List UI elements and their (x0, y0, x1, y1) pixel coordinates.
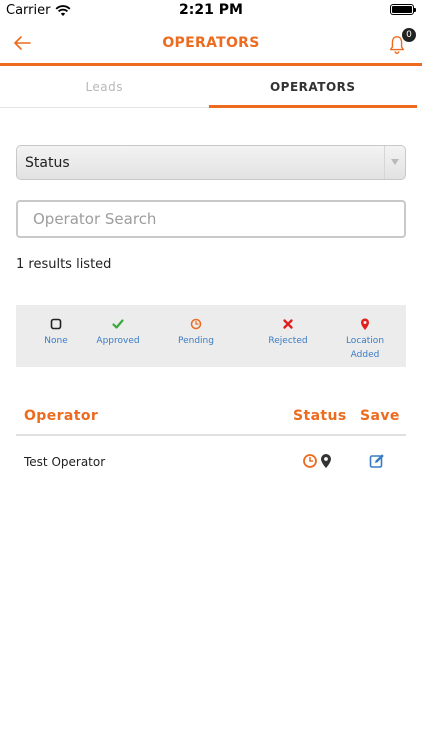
status-legend: None Approved Pending Rejected Location … (16, 305, 406, 367)
operator-status-icons (302, 453, 332, 469)
legend-approved: Approved (96, 317, 140, 348)
operator-search-input[interactable] (18, 202, 404, 236)
tab-leads[interactable]: Leads (0, 69, 209, 108)
location-pin-icon (321, 454, 331, 468)
chevron-down-icon (391, 159, 399, 165)
legend-pending: Pending (176, 317, 216, 348)
legend-location-label-line2: Added (350, 350, 380, 360)
status-bar: Carrier 2:21 PM (0, 0, 422, 20)
checkmark-icon (112, 319, 124, 329)
operator-name: Test Operator (24, 455, 106, 469)
tab-bar: Leads OPERATORS (0, 69, 422, 108)
page-title: OPERATORS (162, 35, 260, 51)
legend-none: None (40, 317, 72, 348)
operators-table-header: Operator Status Save (16, 404, 406, 436)
legend-pending-label: Pending (178, 336, 214, 346)
edit-icon[interactable] (369, 453, 385, 469)
status-dropdown-value: Status (25, 155, 70, 171)
operator-search-field[interactable] (16, 200, 406, 238)
legend-none-label: None (44, 336, 68, 346)
status-dropdown[interactable]: Status (16, 145, 406, 180)
notifications-button[interactable]: 0 (386, 28, 416, 56)
legend-rejected: Rejected (268, 317, 308, 348)
dropdown-toggle[interactable] (384, 146, 405, 179)
battery-icon (390, 4, 416, 15)
legend-rejected-label: Rejected (268, 336, 308, 346)
column-header-operator: Operator (24, 408, 99, 424)
results-count: 1 results listed (16, 257, 112, 272)
table-row[interactable]: Test Operator (16, 448, 406, 476)
column-header-save: Save (360, 408, 400, 424)
clock-icon (303, 454, 317, 468)
app-header: OPERATORS 0 (0, 20, 422, 66)
location-pin-icon (361, 318, 369, 330)
clock-time: 2:21 PM (179, 2, 243, 18)
legend-approved-label: Approved (96, 336, 140, 346)
notification-badge: 0 (402, 28, 416, 42)
square-icon (50, 318, 62, 330)
legend-location-label-line1: Location (345, 336, 385, 346)
tab-operators[interactable]: OPERATORS (208, 69, 417, 108)
legend-location-added: Location Added (344, 317, 386, 362)
x-icon (283, 319, 293, 329)
clock-icon (190, 318, 202, 330)
column-header-status: Status (293, 408, 347, 424)
